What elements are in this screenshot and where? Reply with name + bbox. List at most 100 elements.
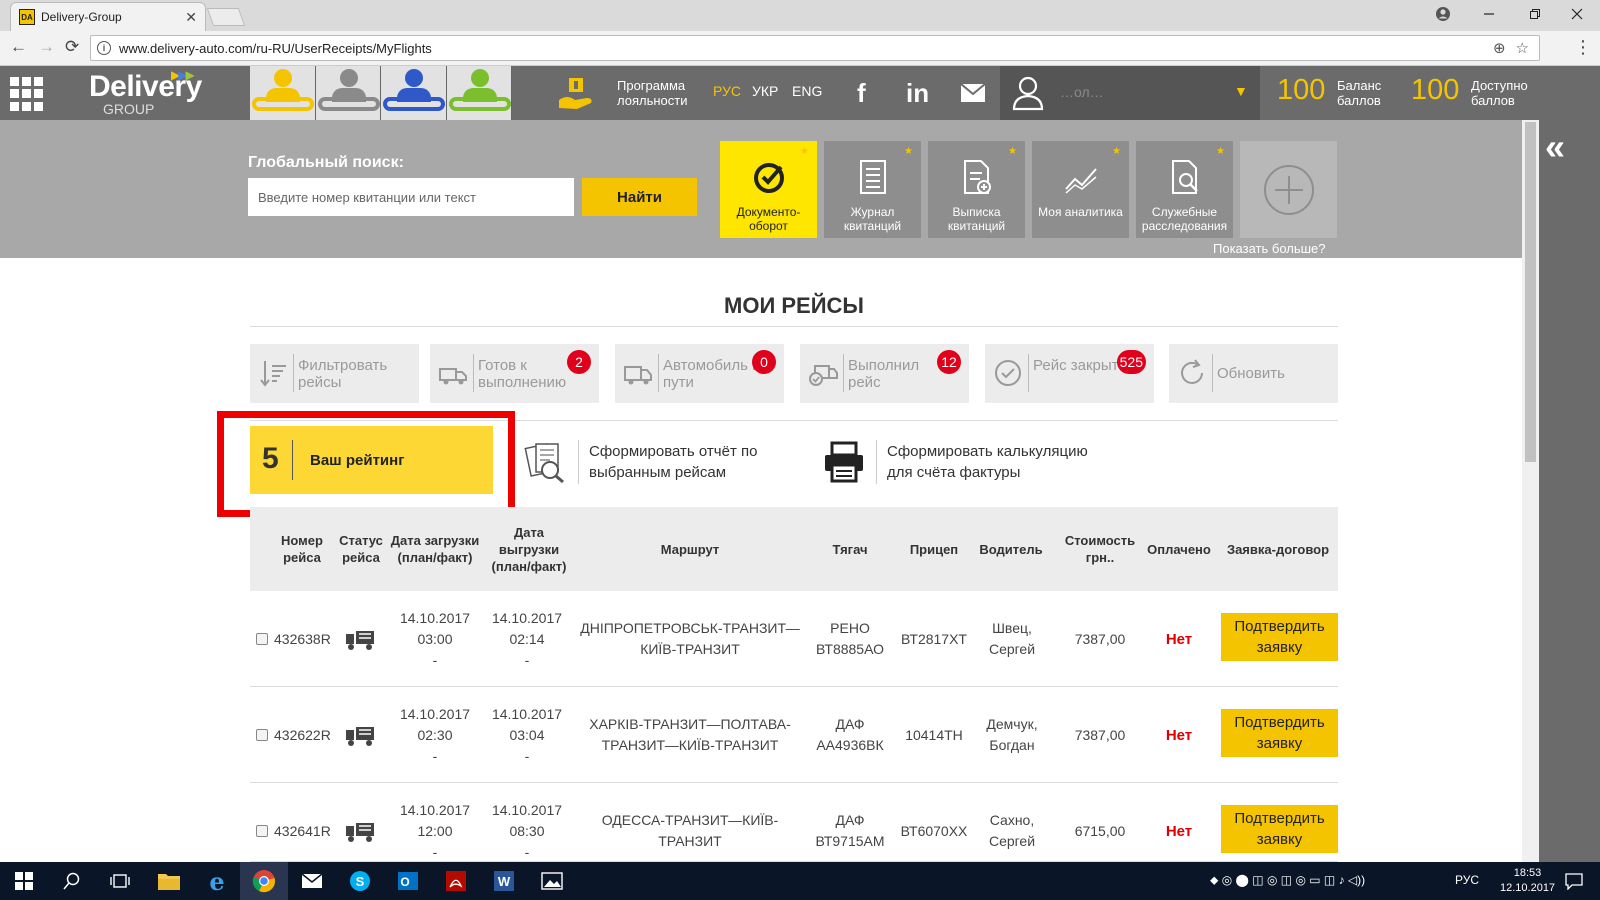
loyalty-program-link[interactable]: Программа лояльности — [617, 78, 697, 108]
col-paid[interactable]: Оплачено — [1142, 507, 1216, 591]
scroll-thumb[interactable] — [1525, 122, 1536, 462]
url-text: www.delivery-auto.com/ru-RU/UserReceipts… — [119, 40, 432, 56]
paid-status: Нет — [1165, 822, 1193, 840]
outlook-icon[interactable]: O — [394, 868, 422, 894]
facebook-icon[interactable]: f — [857, 78, 866, 109]
global-search-input[interactable] — [248, 178, 574, 216]
page-title: МОИ РЕЙСЫ — [724, 293, 864, 318]
row-checkbox[interactable] — [256, 729, 268, 741]
maximize-button[interactable] — [1512, 0, 1558, 28]
close-window-button[interactable] — [1554, 0, 1600, 28]
dropdown-caret-icon[interactable]: ▼ — [1234, 83, 1248, 99]
tab-close-icon[interactable]: ✕ — [185, 9, 197, 26]
account-icon[interactable] — [1420, 0, 1466, 28]
status-ready-button[interactable]: Готов к выполнению 2 — [430, 344, 599, 403]
confirm-request-button[interactable]: Подтвердить заявку — [1221, 613, 1338, 661]
zoom-icon[interactable]: ⊕ — [1493, 39, 1506, 57]
status-in-transit-button[interactable]: Автомобиль в пути 0 — [615, 344, 784, 403]
count-badge: 525 — [1116, 350, 1146, 374]
user-avatar-icon — [1012, 76, 1044, 111]
investigation-icon — [1172, 160, 1198, 194]
flight-number[interactable]: 432638R — [274, 629, 331, 650]
apps-grid-icon[interactable] — [10, 77, 44, 111]
delivery-logo[interactable]: Delivery GROUP ▶▶▶ — [89, 68, 202, 116]
refresh-button[interactable]: Обновить — [1169, 344, 1338, 403]
browser-tab[interactable]: DA Delivery-Group ✕ — [10, 2, 206, 31]
url-field[interactable]: i www.delivery-auto.com/ru-RU/UserReceip… — [90, 35, 1540, 61]
keyboard-language[interactable]: РУС — [1455, 873, 1479, 887]
col-number[interactable]: Номер рейса — [272, 507, 332, 591]
user-menu[interactable]: …ол… ▼ — [1000, 66, 1260, 120]
lang-ru[interactable]: РУС — [713, 83, 741, 99]
tray-icons[interactable]: ⬥ ◎ ⬤ ◫ ◎ ◫ ◎ ▭ ◫ ♪ ◁)) — [1210, 873, 1365, 888]
forward-arrow-icon[interactable]: → — [38, 37, 55, 57]
windows-start-icon[interactable] — [10, 868, 38, 894]
flight-number[interactable]: 432641R — [274, 821, 331, 842]
skype-icon[interactable]: S — [346, 868, 374, 894]
page-scrollbar[interactable] — [1522, 120, 1539, 862]
menu-kebab-icon[interactable]: ⋮ — [1574, 37, 1592, 58]
col-cost[interactable]: Стоимость грн.. — [1060, 507, 1140, 591]
lang-uk[interactable]: УКР — [752, 83, 778, 99]
truck-cell: РЕНО ВТ8885АО — [815, 620, 885, 657]
system-clock[interactable]: 18:53 12.10.2017 — [1500, 866, 1555, 896]
rating-box[interactable]: 5 Ваш рейтинг — [250, 426, 493, 494]
count-badge: 2 — [567, 350, 591, 374]
mail-app-icon[interactable] — [298, 868, 326, 894]
loyalty-hand-icon[interactable] — [557, 76, 595, 112]
row-checkbox[interactable] — [256, 633, 268, 645]
report-action[interactable]: Сформировать отчёт по выбранным рейсам — [524, 438, 769, 486]
route-cell: ДНІПРОПЕТРОВСЬК-ТРАНЗИТ—КИЇВ-ТРАНЗИТ — [580, 620, 800, 657]
info-icon[interactable]: i — [97, 41, 111, 55]
confirm-request-button[interactable]: Подтвердить заявку — [1221, 805, 1338, 853]
file-explorer-icon[interactable] — [155, 868, 183, 894]
star-icon: ★ — [904, 146, 913, 157]
col-status[interactable]: Статус рейса — [338, 507, 384, 591]
minimize-button[interactable] — [1466, 0, 1512, 28]
status-closed-button[interactable]: Рейс закрыт 525 — [985, 344, 1154, 403]
photos-icon[interactable] — [538, 868, 566, 894]
tile-investigations[interactable]: ★ Служебные расследования — [1136, 141, 1233, 238]
confirm-request-button[interactable]: Подтвердить заявку — [1221, 709, 1338, 757]
notifications-icon[interactable] — [1560, 868, 1588, 894]
task-view-icon[interactable] — [106, 868, 134, 894]
collapse-double-arrow-icon[interactable]: « — [1545, 126, 1565, 168]
internet-explorer-icon[interactable]: e — [203, 867, 231, 896]
col-driver[interactable]: Водитель — [968, 507, 1054, 591]
load-date-cell: 14.10.2017 03:00- — [399, 609, 471, 668]
add-tile-button[interactable] — [1240, 141, 1337, 238]
new-tab-button[interactable] — [206, 8, 246, 26]
unload-date-cell: 14.10.2017 02:14- — [491, 609, 563, 668]
col-unload-date[interactable]: Дата выгрузки (план/факт) — [488, 507, 570, 591]
col-trailer[interactable]: Прицеп — [900, 507, 968, 591]
tile-my-analytics[interactable]: ★ Моя аналитика — [1032, 141, 1129, 238]
flight-number[interactable]: 432622R — [274, 725, 331, 746]
search-button[interactable]: Найти — [582, 178, 697, 216]
truck-icon — [624, 366, 652, 385]
linkedin-icon[interactable]: in — [906, 78, 929, 109]
col-request[interactable]: Заявка-договор — [1218, 507, 1338, 591]
refresh-icon — [1181, 359, 1203, 384]
back-arrow-icon[interactable]: ← — [10, 37, 27, 57]
col-route[interactable]: Маршрут — [580, 507, 800, 591]
bookmark-star-icon[interactable]: ☆ — [1516, 39, 1529, 57]
search-icon[interactable] — [58, 868, 86, 894]
mail-icon[interactable] — [960, 83, 986, 103]
reload-icon[interactable]: ⟳ — [65, 37, 79, 57]
status-completed-button[interactable]: Выполнил рейс 12 — [800, 344, 969, 403]
chrome-icon[interactable] — [250, 868, 278, 894]
col-truck[interactable]: Тягач — [800, 507, 900, 591]
star-icon: ★ — [1008, 146, 1017, 157]
word-icon[interactable]: W — [490, 868, 518, 894]
tile-document-flow[interactable]: ★ Документо-оборот — [720, 141, 817, 238]
col-load-date[interactable]: Дата загрузки (план/факт) — [388, 507, 482, 591]
acrobat-icon[interactable] — [442, 868, 470, 894]
tile-receipt-statement[interactable]: ★ Выписка квитанций — [928, 141, 1025, 238]
row-checkbox[interactable] — [256, 825, 268, 837]
tile-receipts-journal[interactable]: ★ Журнал квитанций — [824, 141, 921, 238]
show-more-link[interactable]: Показать больше? — [1213, 241, 1326, 256]
filter-button[interactable]: Фильтровать рейсы — [250, 344, 419, 403]
calculation-action[interactable]: Сформировать калькуляцию для счёта факту… — [822, 438, 1107, 486]
available-points: 100 — [1411, 74, 1460, 106]
lang-en[interactable]: ENG — [792, 83, 822, 99]
